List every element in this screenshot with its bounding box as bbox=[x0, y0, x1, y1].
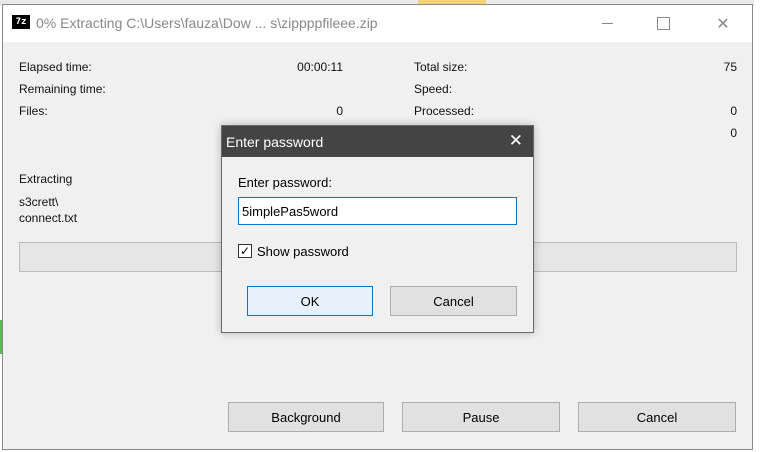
close-icon: ✕ bbox=[716, 15, 730, 33]
title-bar[interactable]: 7z 0% Extracting C:\Users\fauza\Dow ... … bbox=[3, 5, 752, 42]
enter-password-dialog: Enter password ✕ Enter password: ✓ Show … bbox=[221, 125, 534, 333]
show-password-checkbox[interactable]: ✓ bbox=[238, 244, 252, 258]
remaining-time-label: Remaining time: bbox=[19, 82, 106, 96]
current-file-name: connect.txt bbox=[19, 211, 78, 225]
minimize-icon bbox=[601, 23, 613, 24]
dialog-cancel-button[interactable]: Cancel bbox=[390, 286, 517, 316]
window-title: 0% Extracting C:\Users\fauza\Dow ... s\z… bbox=[36, 15, 378, 31]
dialog-title: Enter password bbox=[226, 134, 324, 150]
speed-label: Speed: bbox=[414, 82, 453, 96]
maximize-button[interactable] bbox=[640, 5, 686, 42]
current-path-folder: s3crett\ bbox=[19, 195, 59, 209]
close-icon: ✕ bbox=[508, 131, 523, 150]
background-button[interactable]: Background bbox=[228, 402, 384, 432]
minimize-button[interactable] bbox=[584, 5, 630, 42]
current-action-label: Extracting bbox=[19, 172, 73, 186]
files-label: Files: bbox=[19, 104, 48, 118]
checkmark-icon: ✓ bbox=[239, 244, 251, 258]
elapsed-time-value: 00:00:11 bbox=[297, 60, 343, 74]
password-prompt-label: Enter password: bbox=[238, 175, 332, 190]
pause-button[interactable]: Pause bbox=[402, 402, 560, 432]
cancel-button[interactable]: Cancel bbox=[578, 402, 736, 432]
total-size-value: 75 bbox=[723, 60, 737, 74]
dialog-title-bar[interactable]: Enter password ✕ bbox=[222, 126, 533, 157]
total-size-label: Total size: bbox=[414, 60, 468, 74]
packed-size-value: 0 bbox=[730, 126, 737, 140]
7zip-app-icon: 7z bbox=[12, 15, 30, 29]
files-value: 0 bbox=[336, 104, 343, 118]
elapsed-time-label: Elapsed time: bbox=[19, 60, 92, 74]
maximize-icon bbox=[656, 17, 670, 30]
processed-value: 0 bbox=[730, 104, 737, 118]
password-input[interactable] bbox=[238, 197, 517, 225]
processed-label: Processed: bbox=[414, 104, 475, 118]
ok-button[interactable]: OK bbox=[247, 286, 373, 316]
background-app-right-edge bbox=[754, 0, 761, 452]
dialog-close-button[interactable]: ✕ bbox=[509, 131, 523, 151]
close-button[interactable]: ✕ bbox=[700, 5, 746, 42]
show-password-label[interactable]: Show password bbox=[257, 244, 349, 259]
